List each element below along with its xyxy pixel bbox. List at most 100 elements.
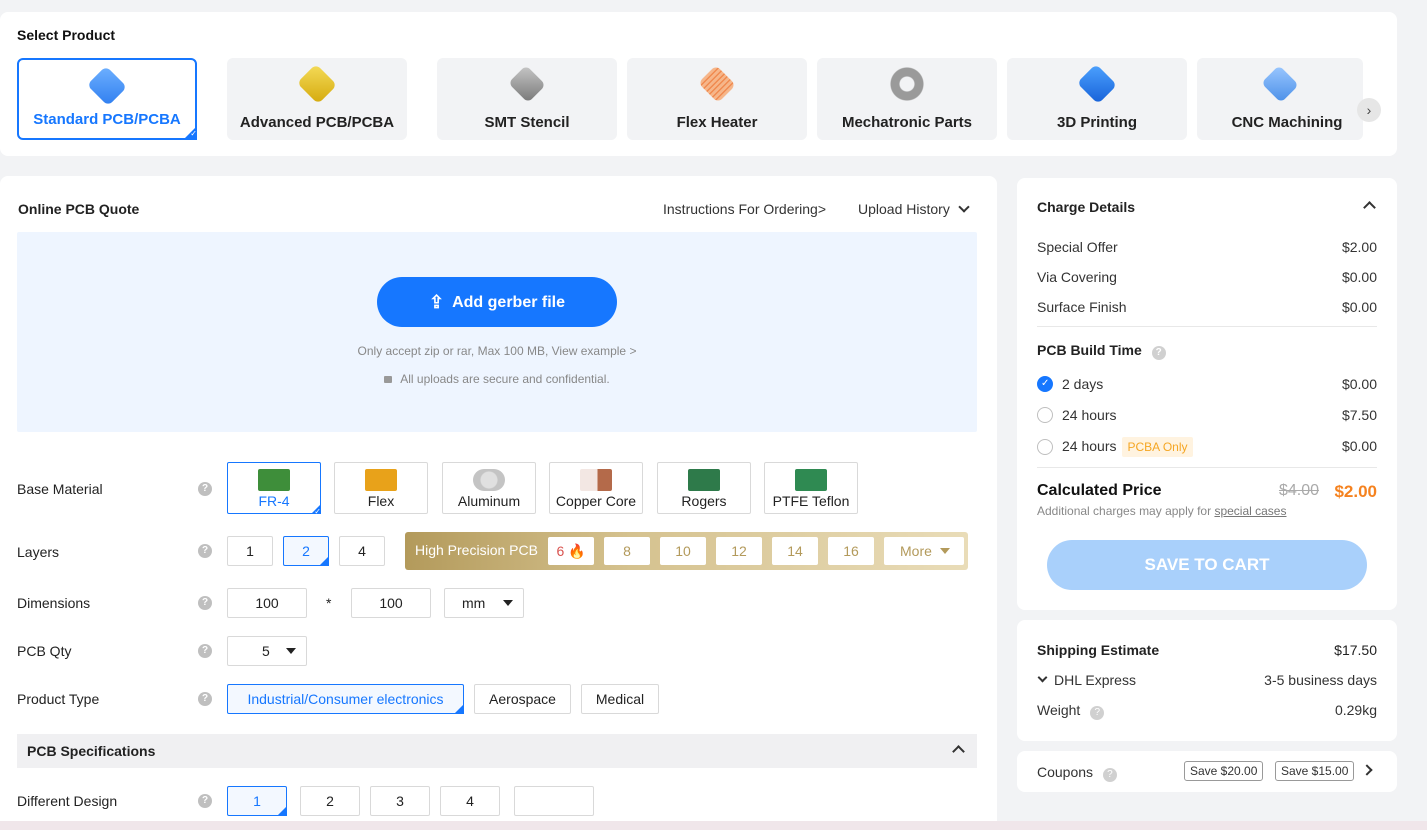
help-icon[interactable]: ?: [1090, 706, 1105, 720]
help-icon[interactable]: ?: [198, 596, 212, 610]
height-input[interactable]: 100: [351, 588, 431, 618]
divider: [1037, 467, 1377, 468]
more-layers-dropdown[interactable]: More: [884, 537, 964, 565]
coupons-panel[interactable]: Coupons ? Save $20.00 Save $15.00: [1017, 751, 1397, 792]
upload-icon: ⇪: [429, 292, 445, 312]
product-flex-heater[interactable]: Flex Heater: [627, 58, 807, 140]
product-advanced-pcb[interactable]: Advanced PCB/PCBA: [227, 58, 407, 140]
help-icon[interactable]: ?: [198, 692, 212, 706]
quote-panel: Online PCB Quote Instructions For Orderi…: [0, 176, 997, 830]
design-option-1[interactable]: 1: [227, 786, 287, 830]
material-copper-core[interactable]: Copper Core: [549, 462, 643, 514]
instructions-link[interactable]: Instructions For Ordering>: [663, 201, 826, 217]
add-gerber-button[interactable]: ⇪ Add gerber file: [377, 277, 617, 327]
build-option-label: 24 hours: [1062, 407, 1117, 423]
product-type-aerospace[interactable]: Aerospace: [474, 684, 571, 714]
charge-item-label: Special Offer: [1037, 239, 1118, 255]
different-design-label: Different Design: [17, 793, 118, 809]
upload-history-dropdown[interactable]: Upload History: [858, 201, 970, 217]
charge-details-panel: Charge Details Special Offer $2.00 Via Co…: [1017, 178, 1397, 610]
help-icon[interactable]: ?: [1102, 768, 1117, 782]
build-option-radio[interactable]: [1037, 439, 1053, 455]
product-type-medical[interactable]: Medical: [581, 684, 659, 714]
flex-board-icon: [365, 469, 397, 491]
material-label: FR-4: [258, 493, 290, 509]
additional-note-text: Additional charges may apply for: [1037, 504, 1212, 518]
help-icon[interactable]: ?: [198, 644, 212, 658]
base-material-label: Base Material: [17, 481, 103, 497]
selected-check-icon: [311, 504, 321, 516]
pcb-specifications-header[interactable]: PCB Specifications: [17, 734, 977, 768]
design-option-4[interactable]: 4: [440, 786, 500, 816]
hp-option-16[interactable]: 16: [828, 537, 874, 565]
hp-option-14[interactable]: 14: [772, 537, 818, 565]
help-icon[interactable]: ?: [198, 794, 212, 808]
material-flex[interactable]: Flex: [334, 462, 428, 514]
build-option-radio[interactable]: [1037, 376, 1053, 392]
build-option[interactable]: 2 days $0.00: [1062, 376, 1377, 392]
layer-option-4[interactable]: 4: [339, 536, 385, 566]
product-cnc-machining[interactable]: CNC Machining: [1197, 58, 1363, 140]
help-icon[interactable]: ?: [198, 544, 212, 558]
hp-option-10[interactable]: 10: [660, 537, 706, 565]
special-cases-link[interactable]: special cases: [1214, 504, 1286, 518]
build-option-value: $7.50: [1341, 407, 1377, 423]
help-icon[interactable]: ?: [1151, 346, 1166, 360]
product-label: SMT Stencil: [484, 114, 570, 131]
hp-option-8[interactable]: 8: [604, 537, 650, 565]
chevron-right-icon[interactable]: ›: [1357, 98, 1381, 122]
layer-option-2[interactable]: 2: [283, 536, 329, 587]
save-to-cart-button[interactable]: SAVE TO CART: [1047, 540, 1367, 590]
charge-item-value: $2.00: [1341, 239, 1377, 255]
charge-details-title: Charge Details: [1037, 199, 1136, 215]
hp-option-12[interactable]: 12: [716, 537, 762, 565]
product-label: Standard PCB/PCBA: [33, 111, 181, 128]
pcb-qty-value: 5: [262, 643, 270, 659]
product-section-title: Select Product: [17, 27, 116, 43]
flex-heater-icon: [698, 65, 736, 103]
design-option-2[interactable]: 2: [300, 786, 360, 816]
ptfe-board-icon: [795, 469, 827, 491]
build-option[interactable]: 24 hours $7.50: [1062, 407, 1377, 423]
help-icon[interactable]: ?: [198, 482, 212, 496]
material-aluminum[interactable]: Aluminum: [442, 462, 536, 514]
pcba-only-badge: PCBA Only: [1122, 437, 1193, 457]
material-rogers[interactable]: Rogers: [657, 462, 751, 514]
product-3d-printing[interactable]: 3D Printing: [1007, 58, 1187, 140]
old-price: $4.00: [1278, 482, 1319, 499]
coupon-tag[interactable]: Save $20.00: [1184, 761, 1264, 781]
product-mechatronic-parts[interactable]: Mechatronic Parts: [817, 58, 997, 140]
upload-note[interactable]: Only accept zip or rar, Max 100 MB, View…: [17, 344, 977, 358]
coupons-label: Coupons: [1037, 764, 1094, 780]
high-precision-label: High Precision PCB: [415, 542, 538, 558]
design-custom-input[interactable]: [514, 786, 594, 816]
upload-dropzone[interactable]: ⇪ Add gerber file Only accept zip or rar,…: [17, 232, 977, 432]
material-label: Flex: [367, 493, 395, 509]
material-label: Copper Core: [555, 493, 637, 509]
copper-core-icon: [580, 469, 612, 491]
product-standard-pcb[interactable]: Standard PCB/PCBA: [17, 58, 197, 140]
layer-option-1[interactable]: 1: [227, 536, 273, 566]
width-input[interactable]: 100: [227, 588, 307, 618]
rogers-board-icon: [688, 469, 720, 491]
carrier-selector[interactable]: DHL Express 3-5 business days: [1037, 672, 1377, 688]
build-option-value: $0.00: [1341, 438, 1377, 454]
material-fr4[interactable]: FR-4: [227, 462, 321, 516]
build-time-label: PCB Build Time: [1037, 342, 1142, 358]
product-type-industrial[interactable]: Industrial/Consumer electronics: [227, 684, 464, 735]
build-option[interactable]: 24 hours PCBA Only $0.00: [1062, 437, 1377, 457]
hp-option-6[interactable]: 6 🔥: [548, 537, 594, 565]
unit-select[interactable]: mm: [444, 588, 524, 618]
taskbar-strip: [0, 821, 1427, 830]
shipping-row: Shipping Estimate $17.50: [1037, 642, 1377, 658]
calculated-price-row: Calculated Price $4.00 $2.00: [1037, 482, 1377, 501]
stencil-icon: [508, 65, 546, 103]
build-option-radio[interactable]: [1037, 407, 1053, 423]
design-option-3[interactable]: 3: [370, 786, 430, 816]
pcb-qty-select[interactable]: 5: [227, 636, 307, 666]
coupon-tag[interactable]: Save $15.00: [1275, 761, 1355, 781]
selected-check-icon: [277, 806, 287, 830]
material-ptfe-teflon[interactable]: PTFE Teflon: [764, 462, 858, 514]
product-smt-stencil[interactable]: SMT Stencil: [437, 58, 617, 140]
3d-printing-icon: [1076, 63, 1118, 105]
